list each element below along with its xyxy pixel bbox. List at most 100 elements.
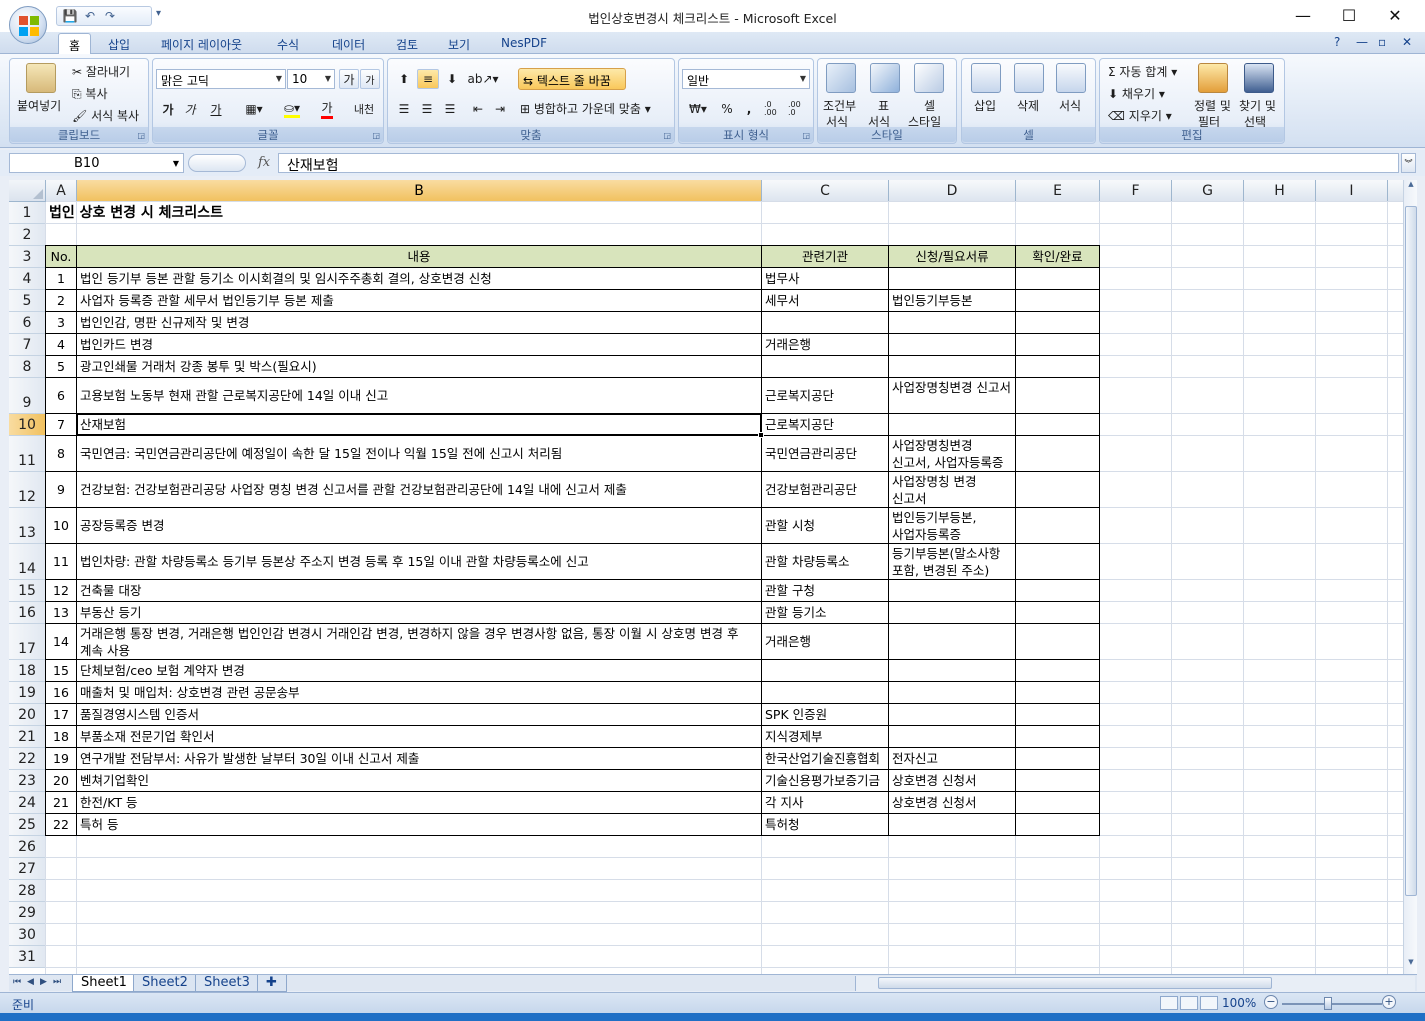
docs-cell[interactable]: [889, 624, 1015, 659]
agency-cell[interactable]: [762, 312, 888, 333]
docs-cell[interactable]: [889, 704, 1015, 725]
header-no[interactable]: No.: [46, 246, 76, 267]
increase-decimal-button[interactable]: .0 .00: [763, 99, 785, 119]
row-header-23[interactable]: 23: [9, 770, 46, 792]
office-button[interactable]: [9, 6, 47, 44]
row-no-cell[interactable]: 16: [46, 682, 76, 703]
row-header-29[interactable]: 29: [9, 902, 46, 924]
insert-sheet-icon[interactable]: ✚: [257, 975, 287, 992]
row-header-1[interactable]: 1: [9, 202, 46, 224]
docs-cell[interactable]: 전자신고: [889, 748, 1015, 769]
docs-cell[interactable]: [889, 602, 1015, 623]
merge-center-button[interactable]: ⊞ 병합하고 가운데 맞춤 ▾: [520, 100, 651, 117]
font-name-combo[interactable]: 맑은 고딕 ▼: [156, 69, 286, 89]
decrease-indent-button[interactable]: ⇤: [468, 99, 488, 119]
sheet-tab-sheet2[interactable]: Sheet2: [133, 975, 197, 992]
content-cell[interactable]: 광고인쇄물 거래처 강종 봉투 및 박스(필요시): [77, 356, 761, 377]
content-cell[interactable]: 법인 등기부 등본 관할 등기소 이시회결의 및 임시주주총회 결의, 상호변경…: [77, 268, 761, 289]
row-header-17[interactable]: 17: [9, 624, 46, 660]
row-no-cell[interactable]: 14: [46, 624, 76, 659]
row-no-cell[interactable]: 12: [46, 580, 76, 601]
row-no-cell[interactable]: 10: [46, 508, 76, 543]
page-layout-view-icon[interactable]: [1180, 996, 1198, 1010]
wrap-text-button[interactable]: ⇆ 텍스트 줄 바꿈: [518, 68, 626, 90]
content-cell[interactable]: 벤쳐기업확인: [77, 770, 761, 791]
column-header-c[interactable]: C: [762, 180, 889, 202]
docs-cell[interactable]: 사업장명칭변경 신고서: [889, 378, 1015, 413]
align-middle-button[interactable]: ≡: [417, 69, 439, 89]
paste-button[interactable]: 붙여넣기: [17, 97, 61, 114]
worksheet-grid[interactable]: A B C D E F G H I 1 2 3 4 5 6 7 8 9 10 11 12 13 14 15 16 17 18 19 20…: [9, 180, 1403, 974]
row-no-cell[interactable]: 20: [46, 770, 76, 791]
row-header-27[interactable]: 27: [9, 858, 46, 880]
format-table-icon[interactable]: [870, 63, 900, 93]
docs-cell[interactable]: 사업장명칭변경 신고서, 사업자등록증: [889, 436, 1015, 471]
content-cell[interactable]: 건강보험: 건강보험관리공당 사업장 명칭 변경 신고서를 관할 건강보험관리공…: [77, 472, 761, 507]
content-cell[interactable]: 연구개발 전담부서: 사유가 발생한 날부터 30일 이내 신고서 제출: [77, 748, 761, 769]
ribbon-minimize-button[interactable]: —: [1356, 35, 1368, 49]
docs-cell[interactable]: [889, 580, 1015, 601]
row-header-5[interactable]: 5: [9, 290, 46, 312]
insert-cells-button[interactable]: 삽입: [974, 97, 996, 114]
agency-cell[interactable]: 근로복지공단: [762, 414, 888, 435]
check-cell[interactable]: [1016, 814, 1099, 835]
agency-cell[interactable]: 특허청: [762, 814, 888, 835]
docs-cell[interactable]: 사업장명칭 변경 신고서: [889, 472, 1015, 507]
align-bottom-button[interactable]: ⬇: [442, 69, 462, 89]
tab-formulas[interactable]: 수식: [267, 33, 309, 54]
row-header-20[interactable]: 20: [9, 704, 46, 726]
borders-button[interactable]: ▦▾: [237, 99, 271, 119]
column-header-f[interactable]: F: [1100, 180, 1172, 202]
content-cell[interactable]: 법인카드 변경: [77, 334, 761, 355]
column-header-b[interactable]: B: [77, 180, 762, 202]
align-left-button[interactable]: ☰: [394, 99, 414, 119]
header-check[interactable]: 확인/완료: [1016, 246, 1099, 267]
formula-splitter[interactable]: [188, 154, 246, 172]
number-format-combo[interactable]: 일반 ▼: [682, 69, 810, 89]
check-cell[interactable]: [1016, 748, 1099, 769]
tab-view[interactable]: 보기: [438, 33, 480, 54]
expand-formula-bar-button[interactable]: ︾: [1401, 153, 1416, 173]
row-header-16[interactable]: 16: [9, 602, 46, 624]
sheet-title[interactable]: 법인 상호 변경 시 체크리스트: [46, 202, 888, 223]
row-header-8[interactable]: 8: [9, 356, 46, 378]
row-no-cell[interactable]: 5: [46, 356, 76, 377]
content-cell[interactable]: 법인차량: 관할 차량등록소 등기부 등본상 주소지 변경 등록 후 15일 이…: [77, 544, 761, 579]
cell-styles-icon[interactable]: [914, 63, 944, 93]
content-cell[interactable]: 품질경영시스템 인증서: [77, 704, 761, 725]
tab-home[interactable]: 홈: [58, 33, 92, 55]
scroll-down-icon[interactable]: ▼: [1405, 958, 1417, 972]
sort-filter-icon[interactable]: [1198, 63, 1228, 93]
name-box[interactable]: B10 ▼: [9, 153, 184, 173]
docs-cell[interactable]: [889, 334, 1015, 355]
maximize-button[interactable]: ☐: [1326, 2, 1372, 28]
percent-button[interactable]: %: [717, 99, 737, 119]
column-header-a[interactable]: A: [46, 180, 77, 202]
agency-cell[interactable]: 관할 차량등록소: [762, 544, 888, 579]
header-content[interactable]: 내용: [77, 246, 761, 267]
phonetic-button[interactable]: 내천: [347, 99, 381, 119]
align-top-button[interactable]: ⬆: [394, 69, 414, 89]
docs-cell[interactable]: 법인등기부등본: [889, 290, 1015, 311]
conditional-format-icon[interactable]: [826, 63, 856, 93]
row-header-31[interactable]: 31: [9, 946, 46, 968]
minimize-button[interactable]: —: [1280, 2, 1326, 28]
content-cell[interactable]: 고용보험 노동부 현재 관할 근로복지공단에 14일 이내 신고: [77, 378, 761, 413]
docs-cell[interactable]: [889, 268, 1015, 289]
align-right-button[interactable]: ☰: [440, 99, 460, 119]
check-cell[interactable]: [1016, 544, 1099, 579]
clipboard-launcher-icon[interactable]: ◲: [137, 131, 145, 140]
tab-page-layout[interactable]: 페이지 레이아웃: [151, 33, 252, 54]
agency-cell[interactable]: SPK 인증원: [762, 704, 888, 725]
increase-indent-button[interactable]: ⇥: [490, 99, 510, 119]
check-cell[interactable]: [1016, 334, 1099, 355]
row-header-21[interactable]: 21: [9, 726, 46, 748]
select-all-button[interactable]: [9, 180, 46, 202]
row-no-cell[interactable]: 3: [46, 312, 76, 333]
first-sheet-icon[interactable]: ⏮: [13, 977, 21, 987]
close-button[interactable]: ✕: [1372, 2, 1418, 28]
row-header-19[interactable]: 19: [9, 682, 46, 704]
zoom-slider[interactable]: [1282, 1003, 1382, 1005]
italic-button[interactable]: 가: [180, 99, 200, 119]
check-cell[interactable]: [1016, 726, 1099, 747]
